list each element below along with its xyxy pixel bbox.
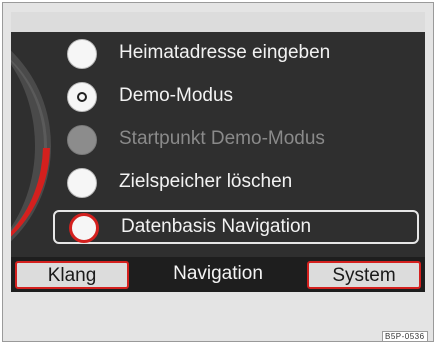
menu-item-demo-modus[interactable]: Demo-Modus (51, 79, 421, 115)
bottom-bezel (11, 292, 425, 332)
disabled-bullet-icon (67, 125, 97, 155)
menu-item-zielspeicher[interactable]: Zielspeicher löschen (51, 165, 421, 201)
radio-checked-icon[interactable] (67, 82, 97, 112)
option-bullet-icon (67, 168, 97, 198)
menu-item-heimatadresse[interactable]: Heimatadresse eingeben (51, 36, 421, 72)
menu-screen: Heimatadresse eingeben Demo-Modus Startp… (11, 32, 425, 257)
radio-dot-icon (77, 92, 87, 102)
menu-item-label: Demo-Modus (119, 85, 234, 106)
top-bezel (11, 12, 425, 32)
menu-item-label: Heimatadresse eingeben (119, 42, 331, 63)
option-bullet-icon (69, 213, 99, 243)
tab-system[interactable]: System (307, 261, 421, 289)
option-bullet-icon (67, 39, 97, 69)
image-code-label: B5P-0536 (382, 331, 428, 342)
menu-item-label: Datenbasis Navigation (121, 216, 312, 237)
tab-bar: Klang Navigation System (11, 257, 425, 292)
menu-item-label: Zielspeicher löschen (119, 171, 293, 192)
menu-item-label: Startpunkt Demo-Modus (119, 128, 325, 149)
menu-item-startpunkt-demo: Startpunkt Demo-Modus (51, 122, 421, 158)
tab-navigation[interactable]: Navigation (143, 261, 293, 289)
tab-klang[interactable]: Klang (15, 261, 129, 289)
menu-item-datenbasis[interactable]: Datenbasis Navigation (53, 210, 419, 244)
